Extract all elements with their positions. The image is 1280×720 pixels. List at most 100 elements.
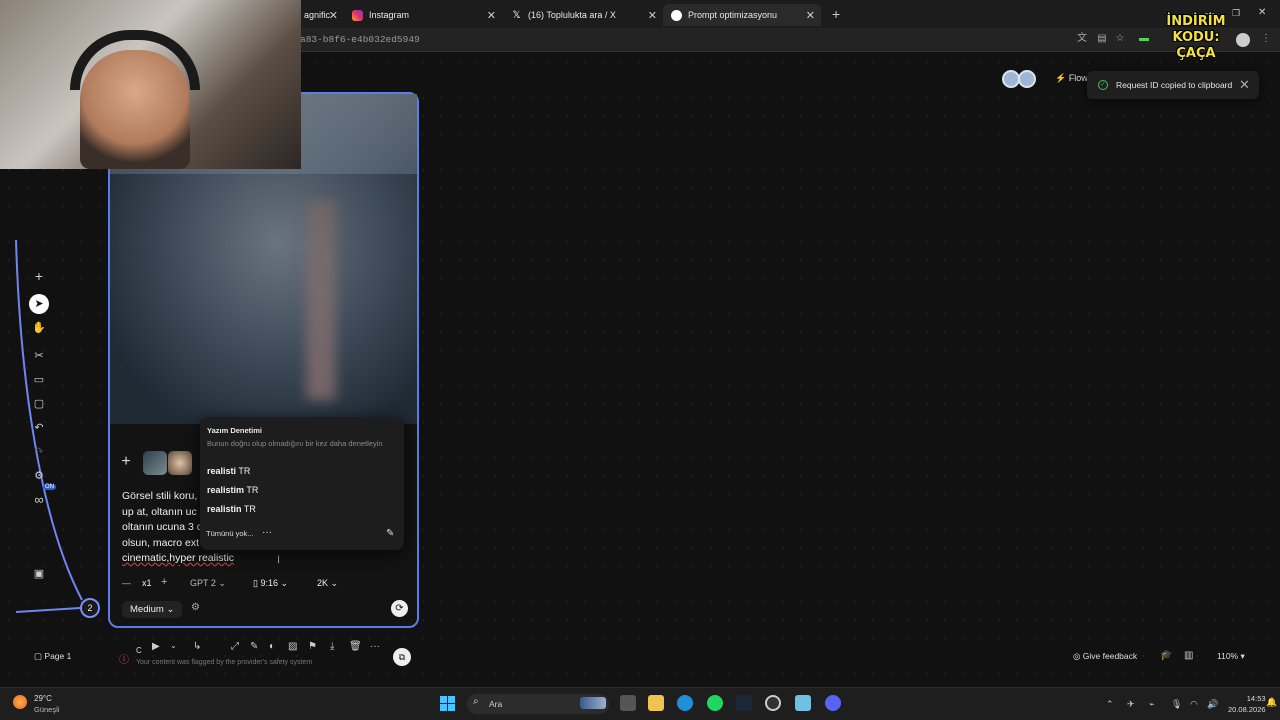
resolution-value: 2K bbox=[317, 578, 329, 588]
close-tab-icon[interactable]: ✕ bbox=[487, 9, 496, 22]
weather-description[interactable]: Güneşli bbox=[34, 705, 59, 714]
promo-line: İNDİRİM KODU: bbox=[1166, 14, 1226, 45]
system-clock[interactable]: 14:53 20.08.2026 bbox=[1228, 693, 1266, 715]
zoom-value: 110% bbox=[1217, 651, 1239, 661]
connector-icon[interactable]: ↳ bbox=[193, 641, 201, 652]
infinity-icon[interactable]: ∞ bbox=[28, 490, 50, 510]
reference-thumbnail[interactable] bbox=[143, 451, 167, 475]
aspect-select[interactable]: ▯ 9:16 ⌄ bbox=[253, 578, 288, 589]
tab-instagram[interactable]: Instagram ✕ bbox=[344, 4, 502, 26]
ignore-all-button[interactable]: Tümünü yok... bbox=[206, 529, 254, 538]
prompt-line-misspelled: cinematic,hyper realistic bbox=[122, 552, 235, 564]
comment-icon[interactable]: ▢ bbox=[28, 394, 50, 414]
bookmark-icon[interactable]: ⚑ bbox=[308, 641, 317, 652]
favorite-star-icon[interactable]: ☆ bbox=[1114, 33, 1126, 45]
quality-select[interactable]: Medium ⌄ bbox=[122, 601, 183, 618]
model-value: GPT 2 bbox=[190, 578, 216, 588]
task-view-icon[interactable] bbox=[620, 695, 636, 711]
new-tab-button[interactable]: + bbox=[832, 6, 840, 22]
suggestion-lang: TR bbox=[238, 466, 251, 476]
suggestion-item[interactable]: realistin TR bbox=[207, 504, 256, 514]
edit-icon[interactable]: ✎ bbox=[250, 641, 258, 652]
page-selector[interactable]: ▢ Page 1 bbox=[34, 651, 71, 662]
avatar[interactable] bbox=[1018, 70, 1036, 88]
tab-x[interactable]: 𝕏 (16) Toplulukta ara / X ✕ bbox=[503, 4, 663, 26]
menu-dots-icon[interactable]: ⋮ bbox=[1260, 33, 1272, 45]
close-window-button[interactable]: ✕ bbox=[1258, 7, 1266, 18]
suggestion-word: realisti bbox=[207, 466, 237, 476]
weather-sun-icon[interactable] bbox=[13, 695, 27, 709]
settings-gear-icon[interactable]: ⚙ bbox=[28, 466, 50, 486]
toast-close-button[interactable]: ✕ bbox=[1239, 77, 1250, 93]
close-tab-icon[interactable]: ✕ bbox=[806, 9, 815, 22]
text-cursor-icon: I bbox=[277, 554, 281, 566]
hand-pan-icon[interactable]: ✋ bbox=[28, 318, 50, 338]
scissors-icon[interactable]: ✂ bbox=[28, 346, 50, 366]
tutorial-icon[interactable]: 🎓 bbox=[1160, 650, 1172, 661]
more-options-button[interactable]: ··· bbox=[262, 527, 272, 538]
notepad-icon[interactable] bbox=[795, 695, 811, 711]
wifi-icon[interactable]: ◠ bbox=[1190, 699, 1198, 710]
chevron-down-icon[interactable]: ⌄ bbox=[170, 641, 177, 650]
temperature[interactable]: 29°C bbox=[34, 694, 52, 703]
sticky-note-icon[interactable]: ▭ bbox=[28, 370, 50, 390]
windows-taskbar bbox=[0, 687, 1280, 720]
trash-icon[interactable]: 🗑 bbox=[349, 641, 362, 652]
tab-prompt-optimization[interactable]: Prompt optimizasyonu ✕ bbox=[663, 4, 821, 26]
tab-title: (16) Toplulukta ara / X bbox=[528, 10, 616, 20]
url-field[interactable]: a83-b8f6-e4b032ed5949 bbox=[300, 34, 420, 45]
file-explorer-icon[interactable] bbox=[648, 695, 664, 711]
add-reference-button[interactable]: + bbox=[118, 454, 134, 470]
download-icon[interactable]: ⤓ bbox=[330, 641, 334, 652]
chevron-down-icon: ⌄ bbox=[218, 578, 226, 588]
cursor-select-icon[interactable]: ➤ bbox=[29, 294, 49, 314]
spotify-icon[interactable] bbox=[707, 695, 723, 711]
edge-icon[interactable] bbox=[677, 695, 693, 711]
map-icon[interactable]: ▥ bbox=[1184, 650, 1193, 661]
tray-network-icon[interactable]: ⌁ bbox=[1149, 699, 1154, 710]
edit-dictionary-icon[interactable]: ✎ bbox=[386, 528, 394, 539]
image-icon[interactable]: ▨ bbox=[288, 641, 297, 652]
redo-icon[interactable]: ↷ bbox=[28, 442, 50, 462]
regenerate-button[interactable]: ⟳ bbox=[391, 600, 408, 617]
windows-start-button[interactable] bbox=[440, 696, 455, 711]
steam-icon[interactable] bbox=[736, 695, 752, 711]
resolution-select[interactable]: 2K ⌄ bbox=[317, 578, 338, 589]
x-logo-icon: 𝕏 bbox=[512, 9, 521, 21]
increment-button[interactable]: + bbox=[161, 576, 167, 588]
undo-icon[interactable]: ↶ bbox=[28, 418, 50, 438]
notification-bell-icon[interactable]: 🔔 bbox=[1266, 697, 1277, 708]
suggestion-item[interactable]: realistim TR bbox=[207, 485, 258, 495]
search-highlight-image bbox=[580, 697, 606, 709]
copy-icon[interactable]: ⧉ bbox=[393, 648, 411, 666]
volume-icon[interactable]: 🔊 bbox=[1207, 699, 1218, 710]
suggestion-item[interactable]: realisti TR bbox=[207, 466, 250, 476]
discord-icon[interactable] bbox=[825, 695, 841, 711]
close-tab-icon[interactable]: ✕ bbox=[648, 9, 657, 22]
flow-button[interactable]: ⚡ Flow bbox=[1055, 73, 1088, 84]
play-icon[interactable]: ▶ bbox=[152, 641, 160, 652]
spellcheck-title: Yazım Denetimi bbox=[207, 426, 263, 435]
microphone-icon[interactable]: 🎙 bbox=[1171, 699, 1182, 710]
zoom-select[interactable]: 110% ▾ bbox=[1217, 651, 1245, 662]
translate-icon[interactable]: 文 bbox=[1076, 33, 1088, 45]
chatgpt-icon bbox=[671, 9, 682, 21]
phone-icon: ▯ bbox=[253, 578, 258, 588]
expand-icon[interactable]: ⤢ bbox=[231, 641, 239, 652]
reader-icon[interactable]: ▤ bbox=[1096, 33, 1108, 45]
tab-magnific[interactable]: agnific ✕ bbox=[296, 4, 344, 26]
add-icon[interactable]: + bbox=[28, 266, 50, 286]
model-select[interactable]: GPT 2 ⌄ bbox=[190, 578, 226, 589]
chatgpt-app-icon[interactable] bbox=[765, 695, 781, 711]
decrement-button[interactable]: — bbox=[122, 578, 131, 588]
node-settings-gear-icon[interactable]: ⚙ bbox=[191, 602, 200, 613]
tray-app-icon[interactable]: ✈ bbox=[1127, 699, 1135, 710]
close-tab-icon[interactable]: ✕ bbox=[329, 9, 338, 22]
reference-thumbnail[interactable] bbox=[168, 451, 192, 475]
palette-icon[interactable]: ◐ bbox=[269, 641, 275, 652]
more-dots-icon[interactable]: ··· bbox=[370, 641, 380, 652]
tab-title: agnific bbox=[304, 10, 331, 20]
give-feedback-button[interactable]: ◎ Give feedback bbox=[1073, 651, 1137, 662]
chevron-up-icon[interactable]: ⌃ bbox=[1106, 699, 1114, 710]
library-icon[interactable]: ▣ bbox=[28, 564, 50, 584]
